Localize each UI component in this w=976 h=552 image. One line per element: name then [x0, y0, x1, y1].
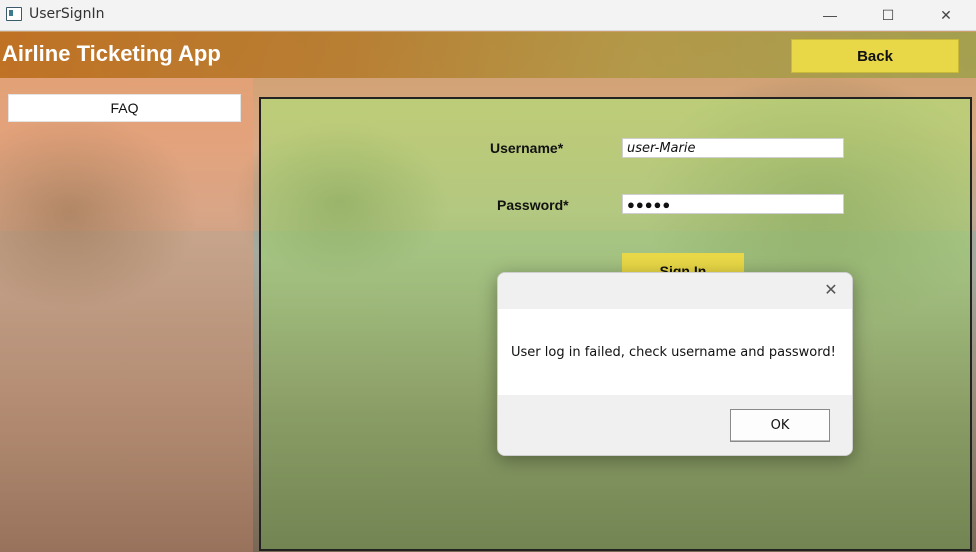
dialog-footer: OK [498, 395, 852, 455]
maximize-icon[interactable]: ☐ [858, 0, 918, 30]
back-button[interactable]: Back [791, 39, 959, 73]
close-window-icon[interactable]: ✕ [916, 0, 976, 30]
sidebar-panel [0, 78, 253, 552]
username-field[interactable]: user-Marie [622, 138, 844, 158]
dialog-body: User log in failed, check username and p… [498, 309, 852, 395]
dialog-title-bar: ✕ [498, 273, 852, 309]
app-title: Airline Ticketing App [2, 41, 221, 66]
dialog-close-icon[interactable]: ✕ [822, 281, 840, 299]
minimize-icon[interactable]: — [800, 0, 860, 30]
password-label: Password* [497, 197, 569, 213]
window-title-bar: UserSignIn — ☐ ✕ [0, 0, 976, 31]
login-failed-dialog: ✕ User log in failed, check username and… [497, 272, 853, 456]
password-field[interactable]: ●●●●● [622, 194, 844, 214]
ok-button[interactable]: OK [730, 409, 830, 442]
username-label: Username* [490, 140, 564, 156]
window-title: UserSignIn [29, 6, 105, 22]
app-window-icon [6, 7, 22, 21]
faq-button[interactable]: FAQ [8, 94, 241, 122]
dialog-message: User log in failed, check username and p… [511, 345, 836, 360]
